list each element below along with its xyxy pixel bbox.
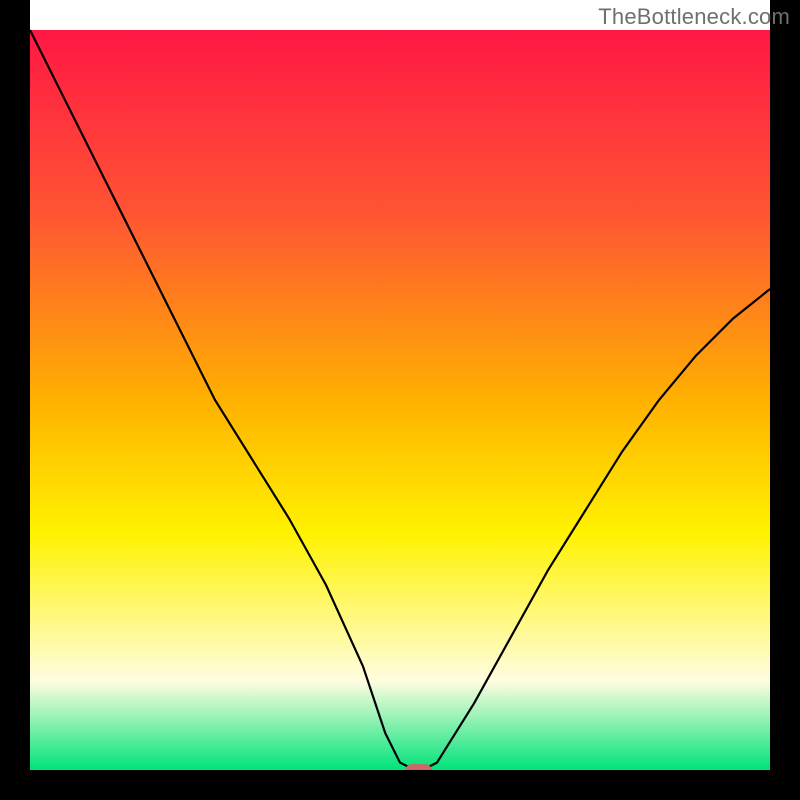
chart-container: TheBottleneck.com <box>0 0 800 800</box>
frame-left <box>0 0 30 800</box>
frame-bottom <box>0 770 800 800</box>
watermark-text: TheBottleneck.com <box>598 4 790 30</box>
bottleneck-chart <box>0 0 800 800</box>
frame-right <box>770 0 800 800</box>
